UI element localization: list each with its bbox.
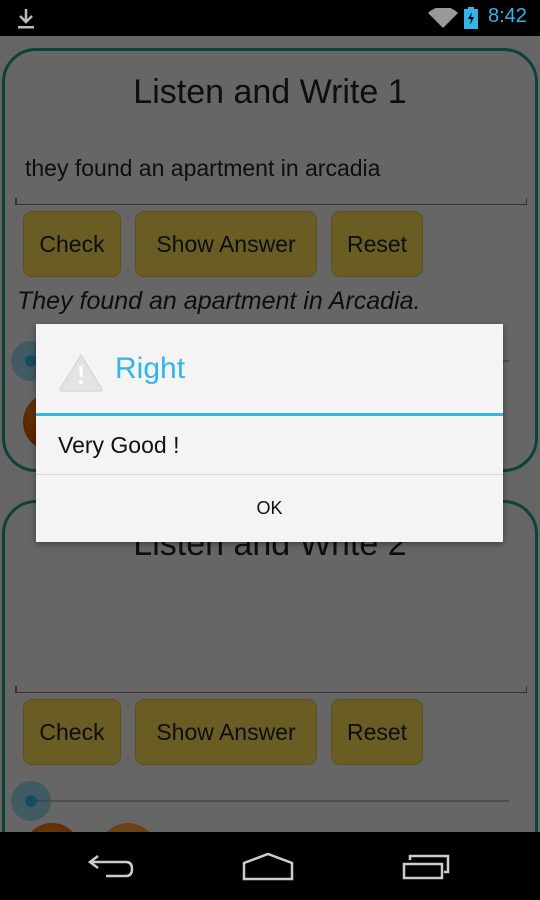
- recent-apps-icon[interactable]: [400, 852, 452, 882]
- navigation-bar: [0, 832, 540, 900]
- status-bar: 8:42: [0, 0, 540, 36]
- ok-button[interactable]: OK: [36, 475, 503, 542]
- dialog-message: Very Good !: [58, 432, 180, 458]
- battery-charging-icon: [464, 7, 478, 29]
- alert-dialog: Right Very Good ! OK: [36, 324, 503, 542]
- dialog-title: Right: [115, 352, 186, 385]
- warning-icon: [59, 354, 103, 392]
- home-icon[interactable]: [240, 852, 296, 882]
- clock: 8:42: [488, 5, 527, 27]
- dialog-header: Right: [36, 324, 503, 416]
- download-icon: [18, 9, 34, 29]
- back-icon[interactable]: [86, 852, 136, 882]
- wifi-icon: [428, 8, 458, 28]
